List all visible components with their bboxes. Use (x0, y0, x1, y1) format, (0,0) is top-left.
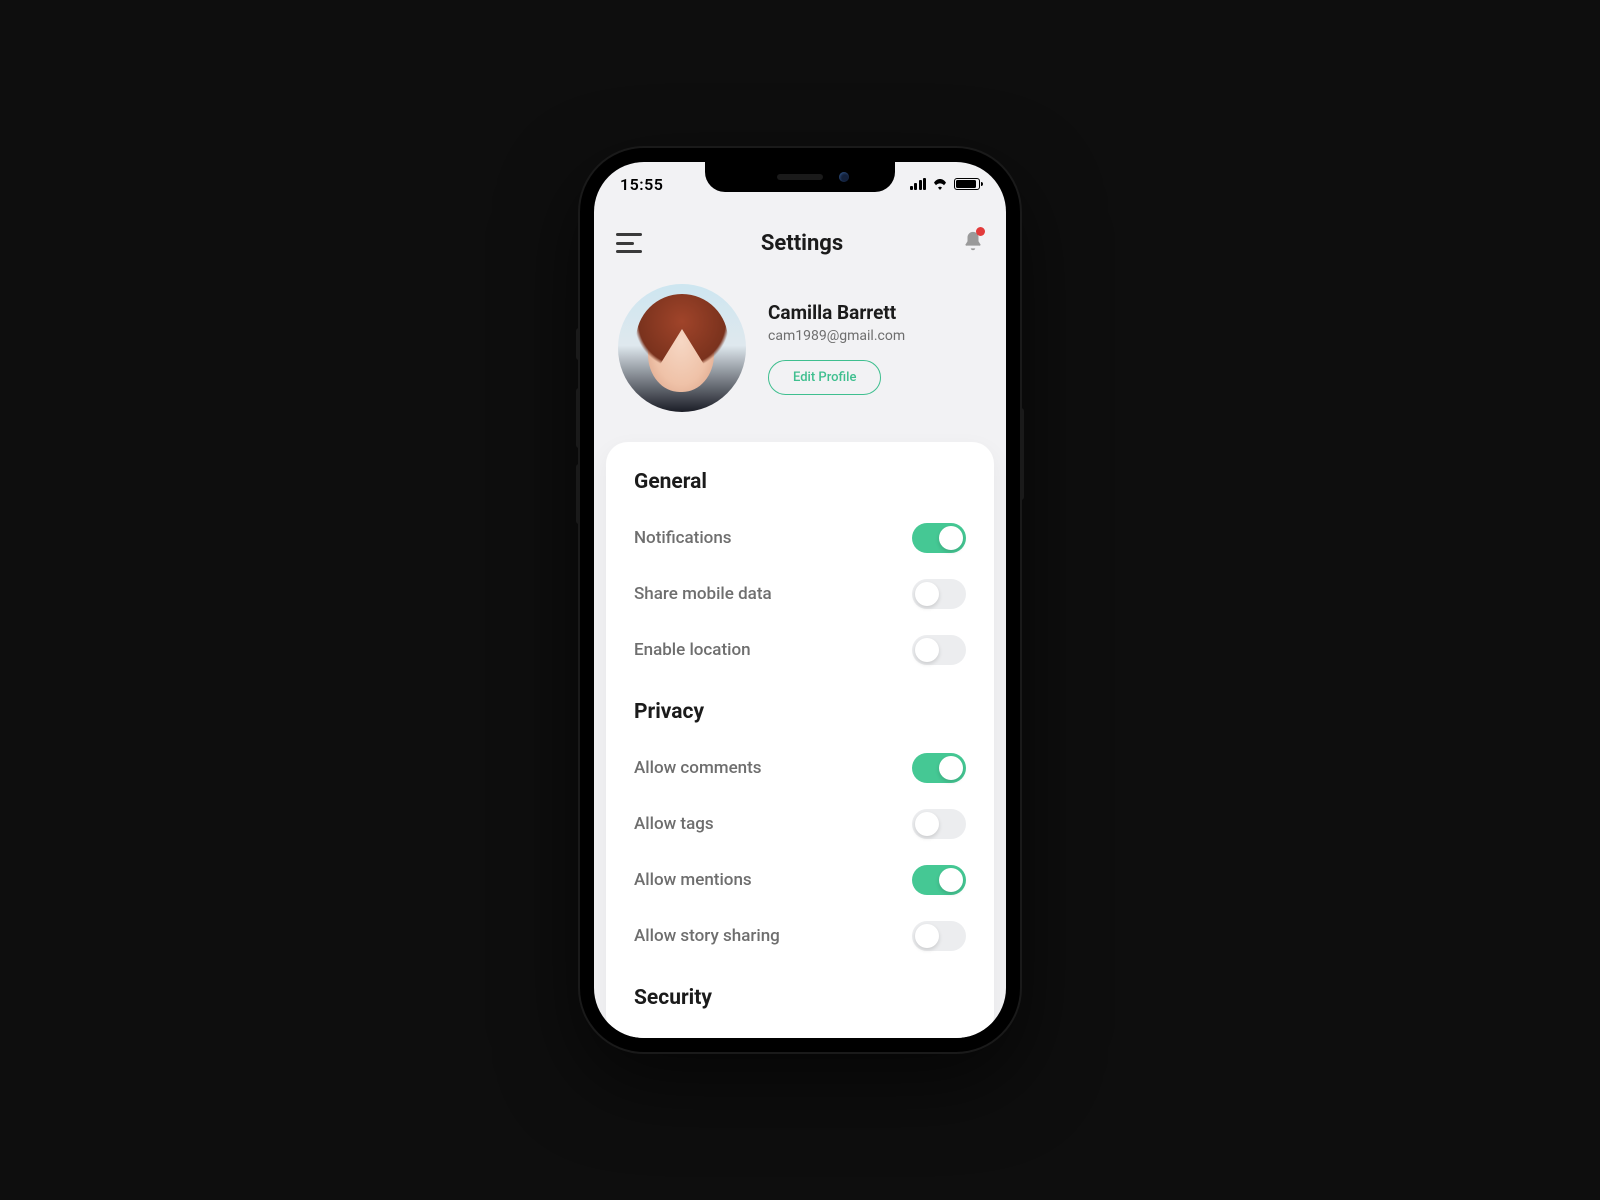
settings-card[interactable]: General Notifications Share mobile data … (606, 442, 994, 1038)
menu-button[interactable] (616, 233, 642, 253)
screen: 15:55 Settings Camil (594, 162, 1006, 1038)
setting-label: Allow story sharing (634, 926, 780, 946)
setting-row-share-mobile-data: Share mobile data (634, 566, 966, 622)
hamburger-icon (616, 233, 642, 236)
notification-badge (976, 227, 985, 236)
status-indicators (910, 178, 981, 190)
edit-profile-button[interactable]: Edit Profile (768, 360, 881, 395)
avatar[interactable] (618, 284, 746, 412)
phone-power-button (1020, 408, 1024, 500)
status-time: 15:55 (620, 175, 663, 194)
section-title-security: Security (634, 986, 966, 1010)
setting-label: Share mobile data (634, 584, 772, 604)
wifi-icon (932, 178, 948, 190)
phone-mute-switch (576, 328, 580, 360)
toggle-enable-location[interactable] (912, 635, 966, 665)
setting-label: Allow tags (634, 814, 714, 834)
setting-row-allow-tags: Allow tags (634, 796, 966, 852)
profile-info: Camilla Barrett cam1989@gmail.com Edit P… (768, 301, 905, 395)
profile-email: cam1989@gmail.com (768, 328, 905, 344)
setting-row-password-change[interactable]: Password change (634, 1026, 966, 1038)
toggle-allow-mentions[interactable] (912, 865, 966, 895)
notch (705, 162, 895, 192)
toggle-notifications[interactable] (912, 523, 966, 553)
setting-row-allow-comments: Allow comments (634, 740, 966, 796)
toggle-allow-tags[interactable] (912, 809, 966, 839)
battery-icon (954, 178, 980, 190)
speaker-grille (777, 174, 823, 180)
profile-section: Camilla Barrett cam1989@gmail.com Edit P… (594, 276, 1006, 442)
profile-name: Camilla Barrett (768, 301, 905, 324)
phone-volume-up (576, 388, 580, 448)
phone-volume-down (576, 464, 580, 524)
setting-label: Allow mentions (634, 870, 752, 890)
section-title-privacy: Privacy (634, 700, 966, 724)
phone-frame: 15:55 Settings Camil (580, 148, 1020, 1052)
setting-row-allow-story-sharing: Allow story sharing (634, 908, 966, 964)
section-title-general: General (634, 470, 966, 494)
setting-label: Notifications (634, 528, 732, 548)
setting-label: Enable location (634, 640, 751, 660)
page-header: Settings (594, 220, 1006, 276)
front-camera (839, 172, 849, 182)
notifications-button[interactable] (962, 230, 984, 256)
cellular-signal-icon (910, 178, 927, 190)
setting-row-enable-location: Enable location (634, 622, 966, 678)
content: Settings Camilla Barrett cam1989@gmail.c… (594, 162, 1006, 1038)
setting-row-allow-mentions: Allow mentions (634, 852, 966, 908)
toggle-allow-story-sharing[interactable] (912, 921, 966, 951)
page-title: Settings (761, 231, 843, 256)
setting-label: Allow comments (634, 758, 762, 778)
toggle-allow-comments[interactable] (912, 753, 966, 783)
setting-row-notifications: Notifications (634, 510, 966, 566)
toggle-share-mobile-data[interactable] (912, 579, 966, 609)
